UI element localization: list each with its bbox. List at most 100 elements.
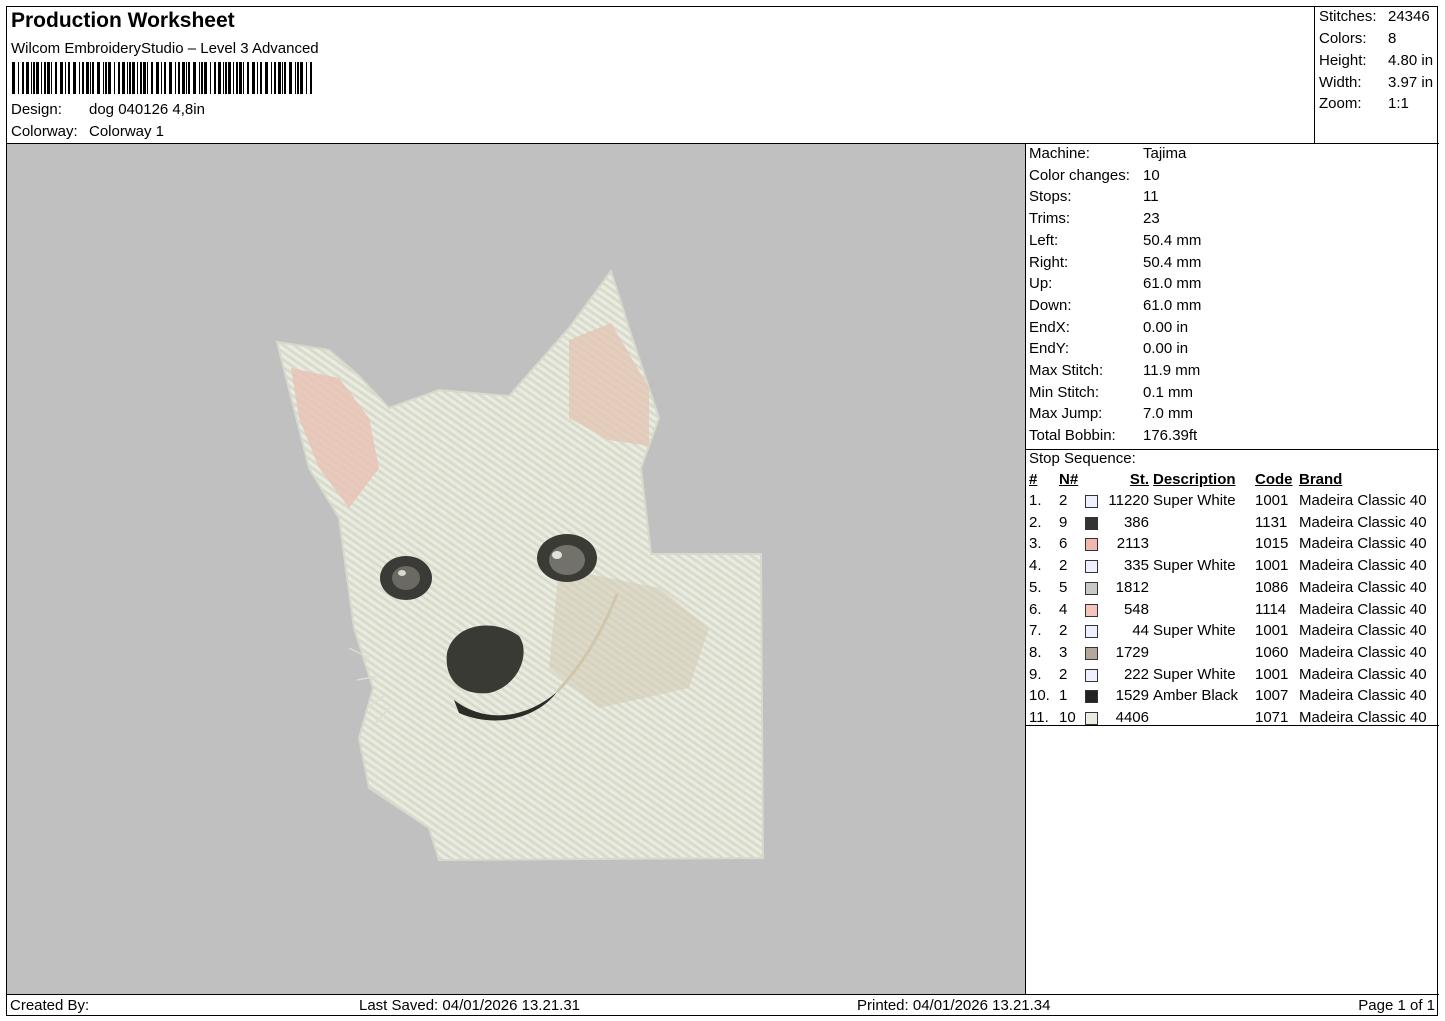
stop-sequence-row: 5. 5 1812 1086 Madeira Classic 40: [1029, 579, 1439, 599]
stop-sequence-row: 7. 2 44 Super White 1001 Madeira Classic 40: [1029, 622, 1439, 642]
thread-code: 1007: [1255, 687, 1289, 705]
stop-number: 10.: [1029, 687, 1050, 705]
machine-info-label: EndY:: [1029, 340, 1070, 358]
needle-number: 1: [1059, 687, 1068, 705]
col-needle: N#: [1059, 471, 1079, 488]
thread-code: 1001: [1255, 492, 1289, 509]
thread-description: Super White: [1153, 557, 1236, 575]
stop-sequence-row: 2. 9 386 1131 Madeira Classic 40: [1029, 514, 1439, 534]
stop-sequence-label: Stop Sequence:: [1029, 450, 1136, 467]
col-stitches: St.: [1129, 471, 1149, 488]
machine-info-label: Trims:: [1029, 210, 1071, 228]
stop-number: 9.: [1029, 665, 1042, 683]
machine-info-label: Machine:: [1029, 145, 1090, 162]
divider: [1026, 725, 1439, 726]
col-description: Description: [1153, 471, 1236, 488]
stitch-count: 1812: [1115, 578, 1149, 596]
color-swatch: [1085, 495, 1098, 508]
stop-number: 5.: [1029, 578, 1042, 596]
thread-description: Amber Black: [1153, 687, 1239, 705]
design-preview: [7, 144, 1026, 994]
thread-brand: Madeira Classic 40: [1299, 535, 1427, 553]
stitch-count: 335: [1123, 557, 1149, 575]
machine-info-label: Total Bobbin:: [1029, 427, 1116, 445]
stop-sequence-row: 10. 1 1529 Amber Black 1007 Madeira Classic 4…: [1029, 687, 1439, 707]
machine-info-value: 61.0 mm: [1143, 296, 1202, 314]
machine-info-row: EndY: 0.00 in: [1029, 340, 1188, 360]
machine-info-value: 7.0 mm: [1143, 405, 1194, 423]
needle-number: 2: [1059, 622, 1068, 640]
color-swatch: [1085, 625, 1098, 639]
stop-number: 8.: [1029, 643, 1042, 661]
machine-info-row: Stops: 11: [1029, 188, 1159, 208]
machine-info-value: 176.39ft: [1143, 427, 1198, 445]
stop-number: 2.: [1029, 513, 1042, 531]
thread-description: Super White: [1153, 665, 1236, 683]
thread-code: 1071: [1255, 709, 1289, 726]
software-name: Wilcom EmbroideryStudio – Level 3 Advanc…: [11, 40, 319, 57]
barcode: [12, 62, 312, 94]
machine-info-row: Down: 61.0 mm: [1029, 297, 1201, 317]
stat-width: Width: 3.97 in: [1319, 74, 1434, 91]
thread-code: 1015: [1255, 535, 1289, 553]
machine-info-value: 0.00 in: [1143, 340, 1189, 358]
stop-number: 6.: [1029, 600, 1042, 618]
machine-info-row: Max Stitch: 11.9 mm: [1029, 362, 1200, 382]
color-swatch: [1085, 581, 1098, 595]
thread-description: Super White: [1153, 492, 1236, 509]
machine-info-value: 50.4 mm: [1143, 231, 1202, 249]
machine-info-value: 50.4 mm: [1143, 253, 1202, 271]
machine-info-label: Stops:: [1029, 188, 1072, 206]
design-value: dog 040126 4,8in: [89, 101, 205, 118]
thread-code: 1114: [1255, 600, 1287, 618]
worksheet-footer: Created By: Last Saved: 04/01/2026 13.21…: [7, 994, 1439, 1017]
thread-brand: Madeira Classic 40: [1299, 709, 1427, 726]
created-by: Created By:: [10, 997, 90, 1014]
page-number: Page 1 of 1: [1358, 997, 1435, 1014]
stat-colors: Colors: 8: [1319, 30, 1397, 47]
machine-info-row: Min Stitch: 0.1 mm: [1029, 384, 1193, 404]
stop-sequence-row: 4. 2 335 Super White 1001 Madeira Classic 40: [1029, 557, 1439, 577]
stitch-count: 1729: [1115, 643, 1149, 661]
color-swatch: [1085, 690, 1098, 704]
machine-info-value: 0.1 mm: [1143, 383, 1194, 401]
color-swatch: [1085, 516, 1098, 530]
printed-date: Printed: 04/01/2026 13.21.34: [857, 997, 1051, 1014]
thread-brand: Madeira Classic 40: [1299, 643, 1427, 661]
col-code: Code: [1255, 471, 1293, 488]
needle-number: 2: [1059, 557, 1068, 575]
stat-zoom: Zoom: 1:1: [1319, 95, 1409, 112]
machine-info-label: Max Jump:: [1029, 405, 1103, 423]
design-label: Design:: [11, 101, 62, 118]
thread-description: Super White: [1153, 622, 1236, 640]
machine-info-label: Left:: [1029, 231, 1059, 249]
machine-info-value: 11: [1143, 188, 1159, 206]
machine-info-panel: Machine: Tajima Color changes: 10 Stops: 11 Tr…: [1026, 144, 1439, 994]
thread-brand: Madeira Classic 40: [1299, 622, 1427, 640]
stitch-count: 1529: [1115, 687, 1149, 705]
thread-brand: Madeira Classic 40: [1299, 600, 1427, 618]
thread-code: 1060: [1255, 643, 1289, 661]
color-swatch: [1085, 560, 1098, 574]
needle-number: 2: [1059, 665, 1068, 683]
design-row: Design: dog 040126 4,8in: [11, 101, 205, 118]
worksheet-header: Production Worksheet Wilcom EmbroiderySt…: [7, 7, 1439, 144]
stop-number: 7.: [1029, 622, 1042, 640]
machine-info-label: Color changes:: [1029, 166, 1130, 184]
thread-brand: Madeira Classic 40: [1299, 557, 1427, 575]
machine-info-value: 11.9 mm: [1143, 362, 1201, 379]
thread-code: 1001: [1255, 665, 1289, 683]
stitch-count: 222: [1123, 665, 1149, 683]
colorway-row: Colorway: Colorway 1: [11, 123, 164, 140]
machine-info-row: Left: 50.4 mm: [1029, 232, 1201, 252]
last-saved: Last Saved: 04/01/2026 13.21.31: [359, 997, 581, 1014]
stat-stitches: Stitches: 24346: [1319, 8, 1430, 25]
stop-number: 4.: [1029, 557, 1042, 575]
machine-info-value: 23: [1143, 210, 1160, 228]
stitch-count: 548: [1123, 600, 1149, 618]
col-number: #: [1029, 471, 1038, 488]
stop-sequence-row: 6. 4 548 1114 Madeira Classic 40: [1029, 601, 1439, 621]
stop-sequence-row: 11. 10 4406 1071 Madeira Classic 40: [1029, 709, 1439, 729]
stat-height: Height: 4.80 in: [1319, 52, 1434, 69]
thread-code: 1086: [1255, 578, 1289, 596]
